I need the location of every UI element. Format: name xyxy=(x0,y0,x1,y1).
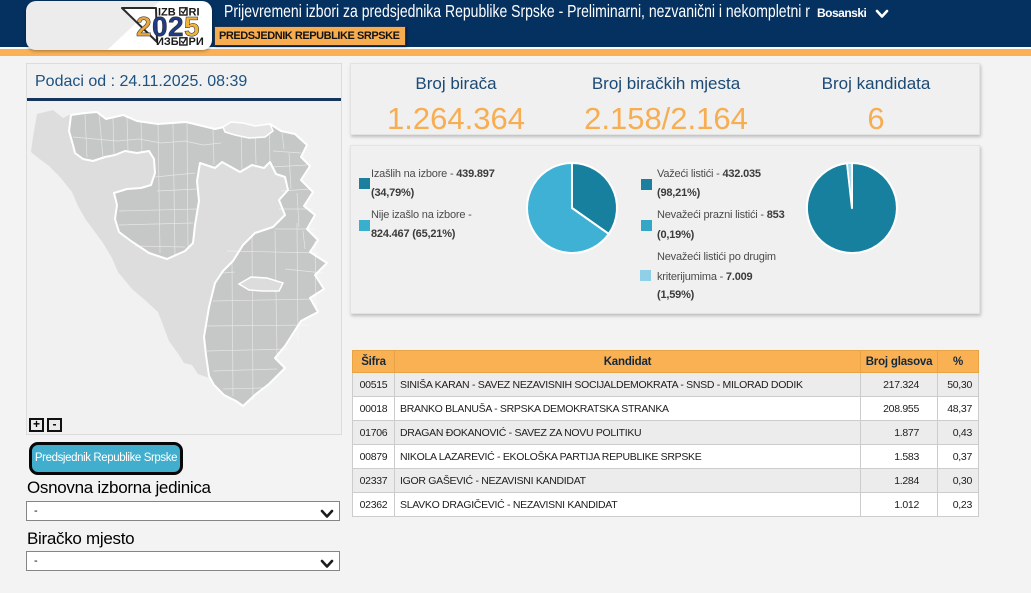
svg-text:ИЗБ: ИЗБ xyxy=(156,36,179,48)
svg-text:2: 2 xyxy=(136,11,152,42)
svg-text:РИ: РИ xyxy=(189,36,204,48)
